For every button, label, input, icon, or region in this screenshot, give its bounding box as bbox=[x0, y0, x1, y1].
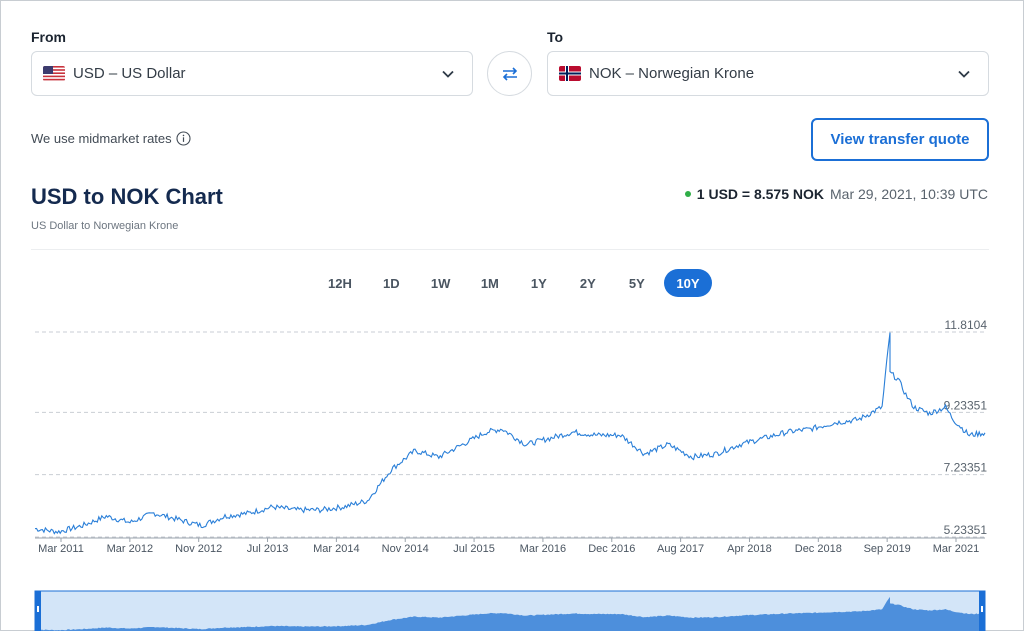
y-tick-label: 7.23351 bbox=[944, 461, 988, 475]
chart-grid bbox=[35, 331, 985, 539]
range-navigator[interactable] bbox=[34, 590, 986, 631]
x-tick-label: Nov 2014 bbox=[382, 543, 429, 555]
y-tick-label: 9.23351 bbox=[944, 398, 988, 412]
swap-currencies-button[interactable] bbox=[487, 51, 532, 96]
chevron-down-icon bbox=[958, 70, 970, 78]
from-currency-value: USD – US Dollar bbox=[73, 65, 186, 82]
info-icon[interactable] bbox=[176, 131, 191, 146]
to-currency-value: NOK – Norwegian Krone bbox=[589, 65, 755, 82]
us-flag-icon bbox=[43, 66, 65, 81]
range-button-12h[interactable]: 12H bbox=[316, 269, 364, 297]
x-axis-ticks: Mar 2011 Mar 2012 Nov 2012 Jul 2013 Mar 2014… bbox=[38, 538, 979, 555]
range-selector: 12H 1D 1W 1M 1Y 2Y 5Y 10Y bbox=[316, 269, 712, 297]
x-tick-label: Apr 2018 bbox=[727, 543, 772, 555]
chart-subtitle: US Dollar to Norwegian Krone bbox=[31, 220, 179, 232]
view-transfer-quote-button[interactable]: View transfer quote bbox=[811, 118, 989, 161]
x-tick-label: Mar 2021 bbox=[933, 543, 979, 555]
handle-grip bbox=[37, 606, 39, 612]
range-button-1d[interactable]: 1D bbox=[370, 269, 413, 297]
range-button-1w[interactable]: 1W bbox=[419, 269, 463, 297]
x-tick-label: Dec 2016 bbox=[588, 543, 635, 555]
y-tick-label: 11.8104 bbox=[945, 318, 988, 332]
x-tick-label: Sep 2019 bbox=[864, 543, 911, 555]
from-label: From bbox=[31, 29, 66, 45]
x-tick-label: Jul 2015 bbox=[453, 543, 495, 555]
x-tick-label: Mar 2012 bbox=[107, 543, 153, 555]
rate-value: 1 USD = 8.575 NOK bbox=[696, 186, 825, 202]
range-button-1y[interactable]: 1Y bbox=[517, 269, 560, 297]
midmarket-text: We use midmarket rates bbox=[31, 131, 172, 146]
y-axis-ticks: 11.8104 9.23351 7.23351 5.23351 bbox=[944, 318, 988, 537]
rate-timestamp: Mar 29, 2021, 10:39 UTC bbox=[830, 186, 988, 202]
live-status-dot bbox=[684, 191, 691, 197]
handle-grip bbox=[981, 606, 983, 612]
x-tick-label: Aug 2017 bbox=[657, 543, 704, 555]
to-label: To bbox=[547, 29, 564, 45]
x-tick-label: Nov 2012 bbox=[175, 543, 222, 555]
norway-flag-icon bbox=[559, 66, 581, 81]
x-tick-label: Dec 2018 bbox=[795, 543, 842, 555]
range-button-1m[interactable]: 1M bbox=[468, 269, 511, 297]
x-tick-label: Mar 2014 bbox=[313, 543, 359, 555]
range-button-10y[interactable]: 10Y bbox=[664, 269, 712, 297]
y-tick-label: 5.23351 bbox=[944, 523, 988, 537]
current-rate: 1 USD = 8.575 NOK Mar 29, 2021, 10:39 UT… bbox=[684, 186, 988, 202]
rate-chart: 11.81049.233517.233515.23351 Mar 2011 Mar… bbox=[34, 318, 988, 631]
chevron-down-icon bbox=[442, 70, 454, 78]
chart-title: USD to NOK Chart bbox=[31, 184, 223, 209]
range-button-5y[interactable]: 5Y bbox=[615, 269, 658, 297]
x-tick-label: Mar 2011 bbox=[38, 543, 84, 555]
from-currency-select[interactable]: USD – US Dollar bbox=[31, 51, 473, 96]
swap-arrows-icon bbox=[502, 66, 517, 81]
midmarket-note: We use midmarket rates bbox=[31, 131, 191, 146]
header-divider bbox=[31, 249, 989, 250]
series-line-usd-nok bbox=[34, 332, 986, 535]
x-tick-label: Jul 2013 bbox=[247, 543, 289, 555]
to-currency-select[interactable]: NOK – Norwegian Krone bbox=[547, 51, 989, 96]
range-button-2y[interactable]: 2Y bbox=[566, 269, 609, 297]
x-tick-label: Mar 2016 bbox=[520, 543, 566, 555]
